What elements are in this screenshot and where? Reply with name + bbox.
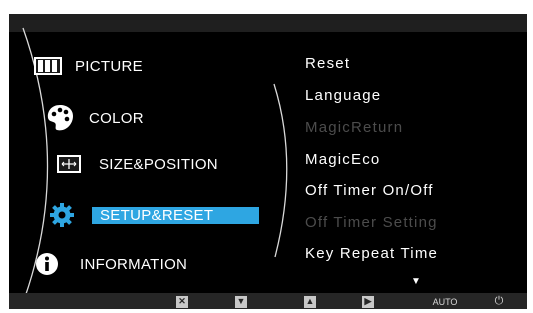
close-button[interactable]: ✕ bbox=[175, 295, 189, 308]
size-position-icon bbox=[56, 154, 82, 174]
down-arrow-icon: ▼ bbox=[235, 295, 247, 308]
palette-icon bbox=[45, 103, 75, 133]
menu-item-label: PICTURE bbox=[75, 57, 143, 75]
osd-menu-window: PICTURE COLOR SIZE&POSITION SETUP&RESET … bbox=[9, 14, 527, 309]
submenu-item-reset[interactable]: Reset bbox=[305, 55, 350, 72]
menu-item-label: COLOR bbox=[89, 109, 144, 127]
picture-icon bbox=[33, 55, 63, 77]
submenu-item-key-repeat-time[interactable]: Key Repeat Time bbox=[305, 245, 438, 262]
up-arrow-icon: ▲ bbox=[304, 295, 316, 308]
menu-item-size-position[interactable]: SIZE&POSITION bbox=[56, 154, 218, 174]
menu-item-label: SETUP&RESET bbox=[92, 206, 260, 224]
scroll-down-indicator-icon: ▼ bbox=[411, 276, 421, 287]
submenu-item-language[interactable]: Language bbox=[305, 87, 381, 104]
gear-icon bbox=[49, 202, 75, 228]
down-button[interactable]: ▼ bbox=[234, 295, 248, 308]
auto-label: AUTO bbox=[432, 296, 458, 307]
menu-item-label: INFORMATION bbox=[80, 255, 188, 273]
power-icon: ⏻ bbox=[494, 295, 504, 307]
submenu-item-off-timer-setting: Off Timer Setting bbox=[305, 214, 438, 231]
submenu-item-off-timer-on-off[interactable]: Off Timer On/Off bbox=[305, 182, 434, 199]
enter-icon: ▶ bbox=[362, 295, 374, 308]
menu-item-color[interactable]: COLOR bbox=[45, 103, 144, 133]
info-icon bbox=[35, 252, 59, 276]
close-icon: ✕ bbox=[176, 295, 188, 308]
menu-item-picture[interactable]: PICTURE bbox=[33, 55, 143, 77]
submenu-item-magicreturn: MagicReturn bbox=[305, 119, 404, 136]
submenu-item-magiceco[interactable]: MagicEco bbox=[305, 151, 380, 168]
auto-button[interactable]: AUTO bbox=[430, 295, 460, 308]
menu-item-setup-reset[interactable]: SETUP&RESET bbox=[49, 202, 260, 228]
menu-item-label: SIZE&POSITION bbox=[99, 155, 218, 173]
enter-button[interactable]: ▶ bbox=[361, 295, 375, 308]
up-button[interactable]: ▲ bbox=[303, 295, 317, 308]
power-button[interactable]: ⏻ bbox=[492, 295, 506, 308]
menu-item-information[interactable]: INFORMATION bbox=[35, 252, 187, 276]
